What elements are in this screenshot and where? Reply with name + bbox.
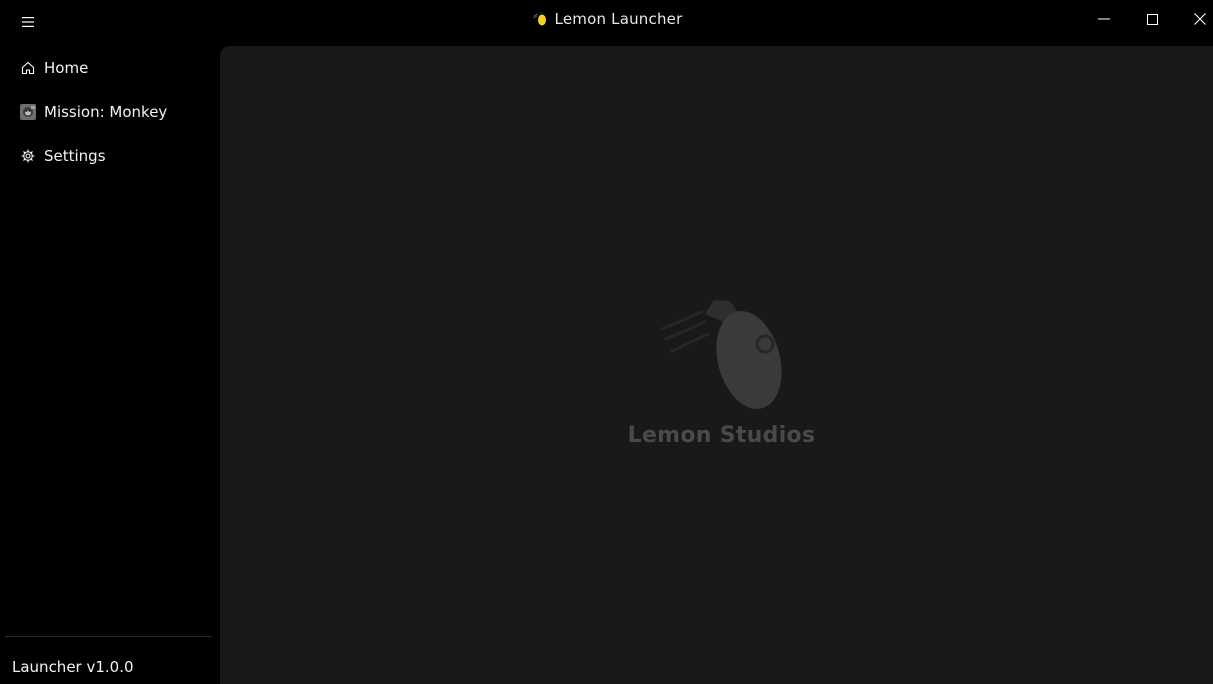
window-title: Lemon Launcher [554, 10, 683, 28]
home-icon [20, 60, 36, 76]
maximize-icon [1146, 13, 1158, 25]
hamburger-icon [22, 17, 34, 27]
sidebar-item-label: Home [44, 59, 89, 77]
minimize-icon [1098, 18, 1110, 20]
close-button[interactable] [1177, 0, 1213, 38]
sidebar-item-mission-monkey[interactable]: Mission: Monkey [0, 92, 210, 132]
launcher-window: Lemon Launcher Home Mission: Monkey Sett… [0, 0, 1213, 684]
launcher-version: Launcher v1.0.0 [12, 658, 134, 676]
main-content: Lemon Studios [220, 46, 1213, 684]
minimize-button[interactable] [1081, 0, 1127, 38]
window-title-group: Lemon Launcher [0, 0, 1213, 38]
sidebar-item-settings[interactable]: Settings [0, 136, 210, 176]
gear-icon [20, 148, 36, 164]
lemon-logo-icon [660, 300, 782, 409]
sidebar-item-label: Settings [44, 147, 106, 165]
sidebar-item-label: Mission: Monkey [44, 103, 168, 121]
close-icon [1194, 13, 1206, 25]
lemon-app-icon [532, 12, 546, 26]
sidebar-nav: Home Mission: Monkey Settings Launcher v… [0, 46, 218, 684]
menu-toggle-button[interactable] [18, 12, 38, 32]
studio-name: Lemon Studios [627, 423, 816, 448]
sidebar-item-home[interactable]: Home [0, 48, 210, 88]
sidebar-divider [5, 636, 212, 637]
game-thumbnail-icon [20, 104, 36, 120]
title-bar: Lemon Launcher [0, 0, 1213, 38]
maximize-button[interactable] [1129, 0, 1175, 38]
